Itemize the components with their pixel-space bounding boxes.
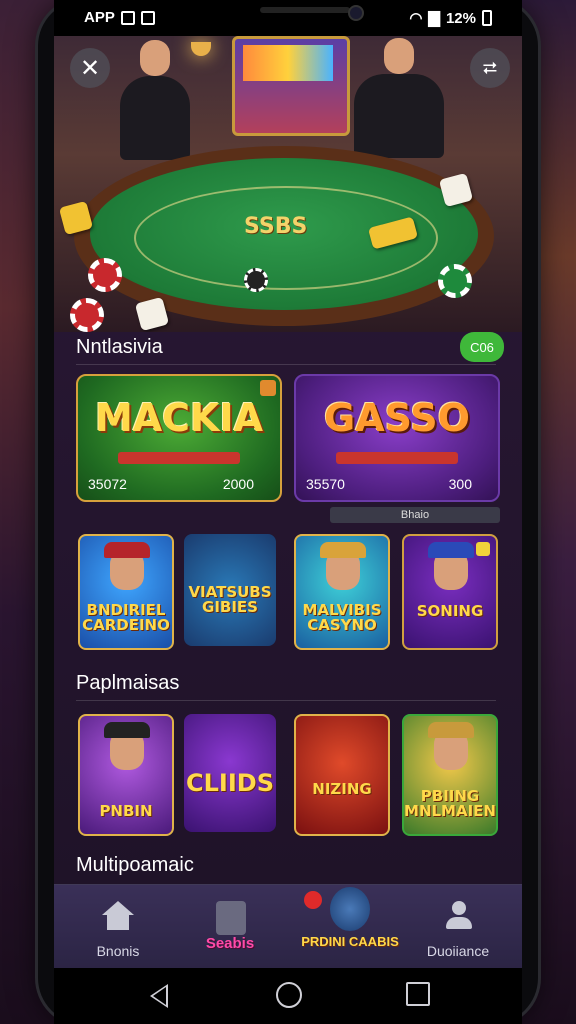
card-corner-icon: [260, 380, 276, 396]
featured-game-title: MACKIA: [94, 396, 264, 440]
tile-badge-icon: [476, 542, 490, 556]
notification-dot-icon: [304, 891, 322, 909]
game-tile-title: SONING: [416, 602, 484, 621]
notification-icon: [120, 10, 135, 25]
recent-apps-icon[interactable]: [406, 982, 430, 1006]
game-tile[interactable]: PNBIN: [78, 714, 174, 836]
wifi-icon: ◠: [409, 10, 423, 27]
home-circle-icon[interactable]: [276, 982, 302, 1008]
nav-item-home[interactable]: Bnonis: [68, 893, 168, 969]
game-tile-title: VIATSUBS GIBIES: [188, 582, 272, 617]
battery-icon: [482, 10, 492, 26]
filter-dropdown[interactable]: Bhaio: [330, 507, 500, 523]
featured-game-jackpot: 300: [448, 476, 472, 492]
game-tile-title: MALVIBIS CASYNO: [302, 600, 382, 635]
speaker-notch: [260, 7, 350, 13]
nav-item-promo[interactable]: PRDINI CAABIS: [300, 887, 400, 969]
nav-item-label: PRDINI CAABIS: [301, 934, 399, 949]
section-title-popular: Paplmaisas: [76, 672, 180, 694]
featured-game-card[interactable]: MACKIA 35072 2000: [76, 374, 282, 502]
featured-game-players: 35072: [88, 476, 127, 492]
tile-hat: [428, 542, 474, 558]
game-tile[interactable]: NIZING: [294, 714, 390, 836]
game-tile-title: NIZING: [312, 780, 372, 799]
tile-crown: [320, 542, 366, 558]
tile-hat: [428, 722, 474, 738]
tile-hat: [104, 542, 150, 558]
close-icon: ✕: [79, 54, 101, 82]
home-icon: [102, 901, 134, 931]
store-icon: [216, 901, 246, 935]
red-chip: [70, 298, 104, 332]
bottom-navigation: Bnonis Seabis PRDINI CAABIS Duoiiance: [54, 884, 522, 969]
tile-cap: [104, 722, 150, 738]
featured-game-ribbon: [118, 452, 240, 464]
promo-icon: [330, 887, 370, 931]
red-chip: [88, 258, 122, 292]
app-screen: APP ◠ ▇ 12% SSBS ✕ ⮂ Nntlasivia C06 MACK…: [54, 0, 522, 1024]
profile-icon: [444, 901, 472, 931]
section-divider: [76, 700, 496, 701]
nav-item-profile[interactable]: Duoiiance: [408, 893, 508, 969]
featured-game-players: 35570: [306, 476, 345, 492]
nav-item-label: Bnonis: [96, 943, 140, 959]
game-tile[interactable]: CLIIDS: [184, 714, 276, 832]
status-bar: APP ◠ ▇ 12%: [54, 0, 522, 36]
nav-item-label: Duoiiance: [426, 943, 490, 959]
section-title-multiplayer: Multipoamaic: [76, 854, 194, 876]
signal-icon: ▇: [428, 10, 440, 27]
featured-count-badge[interactable]: C06: [460, 332, 504, 362]
game-tile[interactable]: SONING: [402, 534, 498, 650]
featured-game-ribbon: [336, 452, 458, 464]
dealer-figure: [120, 40, 190, 160]
game-tile[interactable]: MALVIBIS CASYNO: [294, 534, 390, 650]
nav-item-store[interactable]: Seabis: [180, 893, 280, 969]
featured-game-title: GASSO: [324, 396, 470, 440]
slot-machine-image: [232, 36, 350, 136]
game-tile[interactable]: BNDIRIEL CARDEINO: [78, 534, 174, 650]
hero-banner[interactable]: SSBS: [54, 36, 522, 332]
back-icon[interactable]: [150, 984, 168, 1008]
game-tile-title: BNDIRIEL CARDEINO: [82, 600, 170, 635]
front-camera: [348, 5, 364, 21]
section-title-featured: Nntlasivia: [76, 336, 163, 358]
share-icon: ⮂: [482, 57, 498, 78]
green-chip: [438, 264, 472, 298]
gallery-icon: [140, 10, 155, 25]
status-left: APP: [84, 9, 155, 26]
featured-game-card[interactable]: GASSO 35570 300: [294, 374, 500, 502]
game-tile-title: CLIIDS: [186, 768, 274, 797]
share-button[interactable]: ⮂: [470, 48, 510, 88]
phone-frame: APP ◠ ▇ 12% SSBS ✕ ⮂ Nntlasivia C06 MACK…: [38, 0, 538, 1024]
featured-game-jackpot: 2000: [222, 476, 254, 492]
status-app-label: APP: [84, 9, 115, 26]
game-tile-title: PNBIN: [99, 802, 153, 821]
status-right: ◠ ▇ 12%: [409, 9, 492, 27]
battery-text: 12%: [445, 9, 476, 27]
close-button[interactable]: ✕: [70, 48, 110, 88]
black-chip: [244, 268, 268, 292]
nav-item-label: Seabis: [205, 935, 255, 952]
player-figure: [354, 38, 444, 158]
ceiling-lamp: [191, 42, 211, 56]
table-text: SSBS: [244, 214, 308, 239]
system-navigation-bar: [54, 968, 522, 1024]
game-tile[interactable]: PBIING MNLMAIEN: [402, 714, 498, 836]
game-tile-title: PBIING MNLMAIEN: [404, 786, 496, 821]
section-divider: [76, 364, 496, 365]
game-tile[interactable]: VIATSUBS GIBIES: [184, 534, 276, 646]
